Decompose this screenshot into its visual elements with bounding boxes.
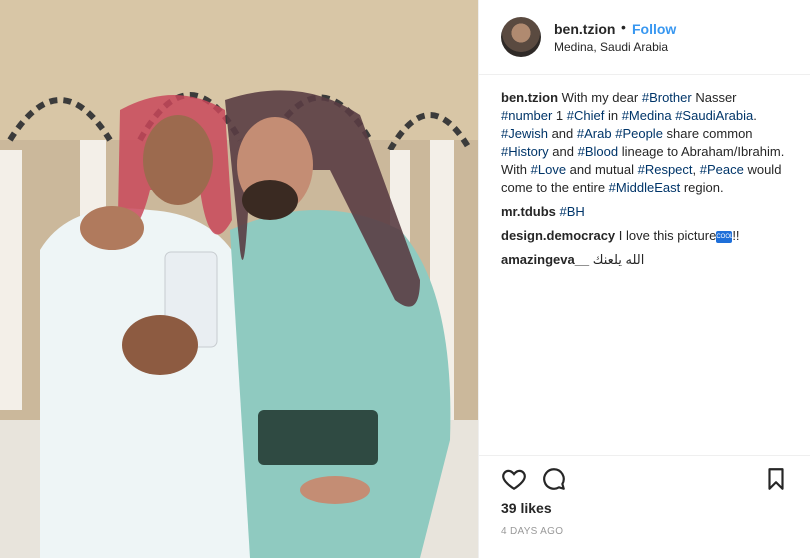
caption-hashtag[interactable]: #Respect: [638, 162, 693, 177]
caption-hashtag[interactable]: #SaudiArabia: [675, 108, 753, 123]
comments-section: ben.tzion With my dear #Brother Nasser #…: [501, 89, 791, 275]
caption-username[interactable]: ben.tzion: [501, 90, 558, 105]
caption-text-run: in: [604, 108, 622, 123]
post-timestamp[interactable]: 4 DAYS AGO: [501, 526, 563, 537]
caption-text-run: and mutual: [566, 162, 638, 177]
caption-text-run: 1: [552, 108, 567, 123]
author-username[interactable]: ben.tzion: [554, 21, 615, 37]
caption-text-run: ,: [692, 162, 700, 177]
caption-hashtag[interactable]: #People: [615, 126, 663, 141]
caption-hashtag[interactable]: #Brother: [642, 90, 692, 105]
caption-hashtag[interactable]: #Peace: [700, 162, 744, 177]
avatar[interactable]: [501, 17, 541, 57]
follow-button[interactable]: Follow: [632, 21, 676, 37]
caption-text-run: .: [753, 108, 757, 123]
instagram-post: ben.tzion • Follow Medina, Saudi Arabia …: [0, 0, 810, 558]
comment-item: design.democracy I love this pictureCOOL…: [501, 227, 791, 245]
caption-hashtag[interactable]: #History: [501, 144, 549, 159]
post-actions: 39 likes 4 DAYS AGO: [479, 455, 810, 559]
caption-text: With my dear #Brother Nasser #number 1 #…: [501, 90, 784, 195]
comment-icon[interactable]: [541, 466, 567, 492]
comment-hashtag[interactable]: #BH: [560, 204, 585, 219]
caption-text-run: and: [547, 126, 577, 141]
likes-count[interactable]: 39 likes: [501, 500, 552, 516]
caption-hashtag[interactable]: #Medina: [622, 108, 672, 123]
caption-text-run: region.: [680, 180, 724, 195]
caption-text-run: With my dear: [558, 90, 642, 105]
post-photo[interactable]: [0, 0, 478, 558]
caption-hashtag[interactable]: #Jewish: [501, 126, 548, 141]
cool-emoji-icon: COOL: [716, 230, 733, 243]
comment-item: amazingeva__ الله يلعنك: [501, 251, 791, 269]
comment-text: الله يلعنك: [589, 252, 645, 267]
mosque-selfie-image: [0, 0, 478, 558]
caption-hashtag[interactable]: #Chief: [567, 108, 605, 123]
caption-text-run: Nasser: [691, 90, 737, 105]
caption-hashtag[interactable]: #MiddleEast: [609, 180, 681, 195]
heart-icon[interactable]: [501, 466, 527, 492]
separator-dot: •: [621, 19, 626, 35]
comment-username[interactable]: design.democracy: [501, 228, 615, 243]
caption-text-run: share common: [662, 126, 753, 141]
bookmark-icon[interactable]: [763, 466, 789, 492]
caption-hashtag[interactable]: #Love: [531, 162, 566, 177]
caption-text-run: and: [548, 144, 578, 159]
comment-text: I love this picture: [615, 228, 717, 243]
post-sidebar: ben.tzion • Follow Medina, Saudi Arabia …: [478, 0, 810, 558]
comment-suffix: !!: [732, 228, 740, 243]
comment-item: mr.tdubs #BH: [501, 203, 791, 221]
comment-username[interactable]: mr.tdubs: [501, 204, 556, 219]
post-header: ben.tzion • Follow Medina, Saudi Arabia: [479, 0, 810, 75]
caption: ben.tzion With my dear #Brother Nasser #…: [501, 89, 791, 197]
comment-username[interactable]: amazingeva__: [501, 252, 589, 267]
caption-hashtag[interactable]: #Blood: [578, 144, 618, 159]
caption-hashtag[interactable]: #Arab: [577, 126, 612, 141]
location-link[interactable]: Medina, Saudi Arabia: [554, 40, 668, 54]
caption-hashtag[interactable]: #number: [501, 108, 552, 123]
